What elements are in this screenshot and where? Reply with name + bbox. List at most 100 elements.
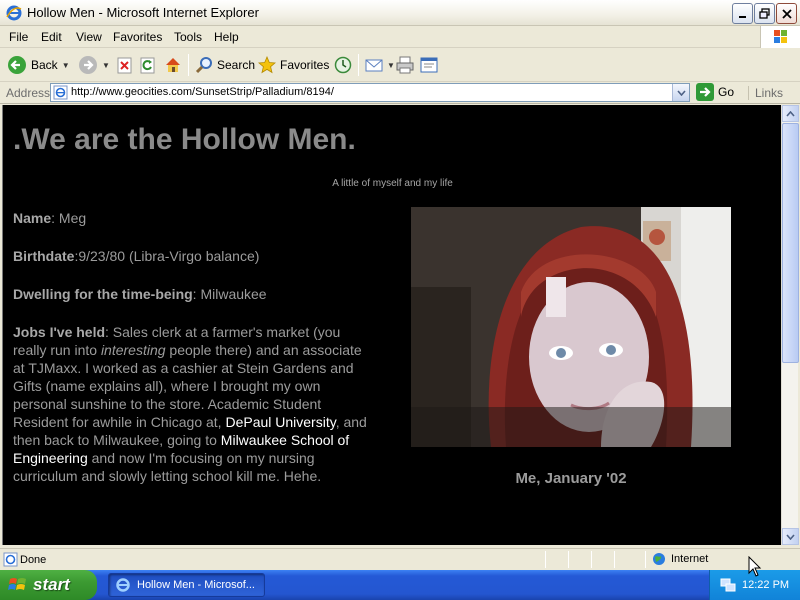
address-bar: Address http://www.geocities.com/SunsetS… bbox=[0, 82, 800, 104]
mail-button[interactable]: ▼ bbox=[365, 53, 395, 77]
taskbar-window-label: Hollow Men - Microsof... bbox=[137, 579, 255, 591]
address-field[interactable]: http://www.geocities.com/SunsetStrip/Pal… bbox=[50, 83, 690, 102]
mouse-cursor-icon bbox=[748, 556, 762, 577]
page-heading: .We are the Hollow Men. bbox=[13, 123, 356, 156]
status-bar: Done Internet bbox=[0, 548, 800, 570]
page-subtitle: A little of myself and my life bbox=[332, 178, 453, 189]
minimize-button[interactable] bbox=[732, 3, 753, 24]
birthdate-label: Birthdate bbox=[13, 248, 75, 264]
chevron-down-icon bbox=[676, 89, 686, 96]
chevron-down-icon bbox=[786, 533, 795, 540]
go-arrow-icon bbox=[696, 83, 714, 101]
status-divider bbox=[645, 551, 646, 568]
menu-help[interactable]: Help bbox=[214, 30, 239, 44]
taskbar: start Hollow Men - Microsof... 12:22 PM bbox=[0, 570, 800, 600]
home-button[interactable] bbox=[164, 53, 182, 77]
menu-tools[interactable]: Tools bbox=[174, 30, 202, 44]
forward-button[interactable]: ▼ bbox=[78, 53, 110, 77]
page-viewport: .We are the Hollow Men. A little of myse… bbox=[2, 105, 781, 545]
go-button[interactable]: Go bbox=[696, 83, 734, 101]
refresh-button[interactable] bbox=[140, 53, 156, 77]
stop-button[interactable] bbox=[117, 53, 133, 77]
edit-button[interactable] bbox=[420, 53, 438, 77]
printer-icon bbox=[396, 56, 414, 74]
jobs-emphasis: interesting bbox=[100, 342, 166, 358]
back-label: Back bbox=[31, 58, 58, 72]
search-label: Search bbox=[217, 58, 256, 72]
start-label: start bbox=[33, 575, 70, 594]
edit-page-icon bbox=[420, 57, 438, 73]
home-icon bbox=[166, 58, 180, 72]
close-button[interactable] bbox=[776, 3, 797, 24]
network-icon[interactable] bbox=[720, 577, 736, 593]
title-bar: Hollow Men - Microsoft Internet Explorer bbox=[0, 0, 800, 26]
windows-flag-icon bbox=[8, 578, 26, 590]
print-button[interactable] bbox=[396, 53, 414, 77]
dwelling-label: Dwelling for the time-being bbox=[13, 286, 193, 302]
scroll-down-button[interactable] bbox=[782, 528, 799, 545]
windows-logo bbox=[760, 26, 800, 48]
bio-section: Name: Meg Birthdate:9/23/80 (Libra-Virgo… bbox=[13, 209, 373, 505]
vertical-scrollbar[interactable] bbox=[781, 105, 799, 545]
forward-arrow-icon bbox=[79, 56, 97, 74]
menu-edit[interactable]: Edit bbox=[41, 30, 62, 44]
name-value: : Meg bbox=[51, 210, 87, 226]
history-icon bbox=[334, 56, 352, 74]
taskbar-window-button[interactable]: Hollow Men - Microsof... bbox=[108, 573, 265, 597]
window-title: Hollow Men - Microsoft Internet Explorer bbox=[27, 5, 259, 20]
close-icon bbox=[781, 8, 792, 19]
search-icon bbox=[195, 57, 212, 74]
media-button[interactable] bbox=[334, 53, 352, 77]
chevron-up-icon bbox=[786, 110, 795, 117]
mail-icon bbox=[365, 59, 383, 72]
toolbar-divider bbox=[188, 54, 189, 76]
address-label: Address bbox=[6, 86, 51, 100]
chevron-down-icon[interactable]: ▼ bbox=[387, 61, 395, 70]
standard-toolbar: Back ▼ ▼ Search Favorites ▼ bbox=[0, 48, 800, 82]
star-icon bbox=[258, 56, 276, 74]
refresh-icon bbox=[140, 57, 155, 74]
depaul-link[interactable]: DePaul University bbox=[225, 414, 335, 430]
links-button[interactable]: Links bbox=[748, 86, 783, 100]
zone-label: Internet bbox=[671, 553, 709, 565]
internet-explorer-icon bbox=[6, 5, 22, 21]
start-button[interactable]: start bbox=[0, 570, 97, 600]
address-dropdown[interactable] bbox=[672, 84, 689, 101]
status-divider bbox=[568, 551, 569, 568]
scroll-up-button[interactable] bbox=[782, 105, 799, 122]
back-arrow-icon bbox=[8, 56, 26, 74]
menu-bar: File Edit View Favorites Tools Help bbox=[0, 26, 800, 48]
bio-jobs: Jobs I've held: Sales clerk at a farmer'… bbox=[13, 323, 373, 485]
back-button[interactable]: Back ▼ bbox=[7, 53, 70, 77]
favorites-label: Favorites bbox=[280, 58, 330, 72]
status-text: Done bbox=[20, 554, 47, 566]
status-divider bbox=[591, 551, 592, 568]
name-label: Name bbox=[13, 210, 52, 226]
page-done-icon bbox=[3, 552, 18, 567]
search-button[interactable]: Search bbox=[195, 53, 255, 77]
internet-explorer-icon bbox=[116, 578, 130, 592]
jobs-label: Jobs I've held bbox=[13, 324, 106, 340]
security-zone: Internet bbox=[652, 552, 708, 566]
restore-icon bbox=[759, 8, 770, 19]
bio-dwelling: Dwelling for the time-being: Milwaukee bbox=[13, 285, 373, 303]
windows-flag-icon bbox=[774, 30, 787, 43]
page-icon bbox=[53, 85, 68, 100]
menu-file[interactable]: File bbox=[9, 30, 28, 44]
toolbar-divider bbox=[358, 54, 359, 76]
status-divider bbox=[614, 551, 615, 568]
chevron-down-icon[interactable]: ▼ bbox=[102, 61, 110, 70]
stop-icon bbox=[117, 57, 132, 74]
photo-caption: Me, January '02 bbox=[515, 470, 627, 487]
restore-button[interactable] bbox=[754, 3, 775, 24]
clock: 12:22 PM bbox=[742, 579, 790, 591]
favorites-button[interactable]: Favorites bbox=[258, 53, 329, 77]
menu-favorites[interactable]: Favorites bbox=[113, 30, 162, 44]
go-label: Go bbox=[718, 85, 735, 99]
status-divider bbox=[545, 551, 546, 568]
profile-photo bbox=[411, 207, 731, 447]
chevron-down-icon[interactable]: ▼ bbox=[62, 61, 70, 70]
minimize-icon bbox=[738, 15, 746, 18]
scroll-thumb[interactable] bbox=[782, 123, 799, 363]
menu-view[interactable]: View bbox=[76, 30, 102, 44]
